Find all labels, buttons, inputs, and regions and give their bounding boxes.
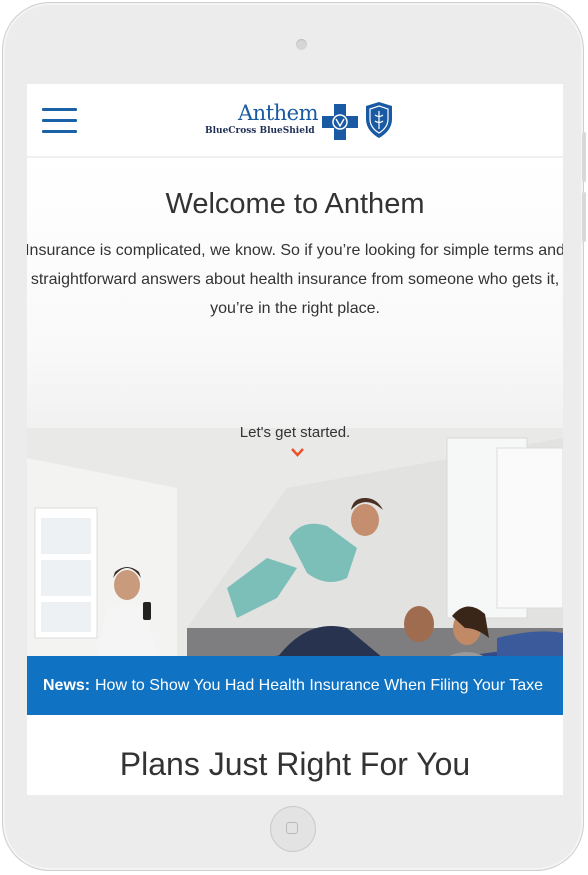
logo-brand: Anthem bbox=[238, 101, 319, 125]
tablet-frame: Anthem BlueCross BlueShield Welcome to A… bbox=[2, 2, 586, 871]
camera-icon bbox=[296, 39, 307, 50]
blue-shield-icon bbox=[366, 102, 392, 138]
logo-subbrand: BlueCross BlueShield bbox=[205, 126, 315, 136]
news-headline-link[interactable]: How to Show You Had Health Insurance Whe… bbox=[95, 656, 543, 715]
get-started-link[interactable]: Let's get started. bbox=[27, 424, 563, 441]
hero-section: Welcome to Anthem Insurance is complicat… bbox=[27, 158, 563, 656]
volume-button bbox=[582, 192, 586, 242]
chevron-down-icon[interactable] bbox=[291, 448, 304, 457]
home-square-icon bbox=[286, 822, 298, 834]
hero-title: Welcome to Anthem bbox=[165, 188, 425, 220]
screen: Anthem BlueCross BlueShield Welcome to A… bbox=[27, 84, 563, 795]
anthem-logo[interactable]: Anthem BlueCross BlueShield bbox=[205, 101, 395, 141]
volume-button bbox=[582, 132, 586, 182]
family-photo bbox=[27, 428, 563, 656]
hamburger-menu-icon[interactable] bbox=[42, 108, 78, 134]
blue-cross-icon bbox=[322, 104, 358, 140]
news-label: News: bbox=[43, 677, 91, 694]
news-banner: News: How to Show You Had Health Insuran… bbox=[27, 656, 563, 715]
plans-section-title: Plans Just Right For You bbox=[119, 746, 471, 782]
site-header: Anthem BlueCross BlueShield bbox=[27, 84, 563, 158]
home-button[interactable] bbox=[270, 806, 316, 852]
hero-intro-text: Insurance is complicated, we know. So if… bbox=[27, 242, 563, 317]
